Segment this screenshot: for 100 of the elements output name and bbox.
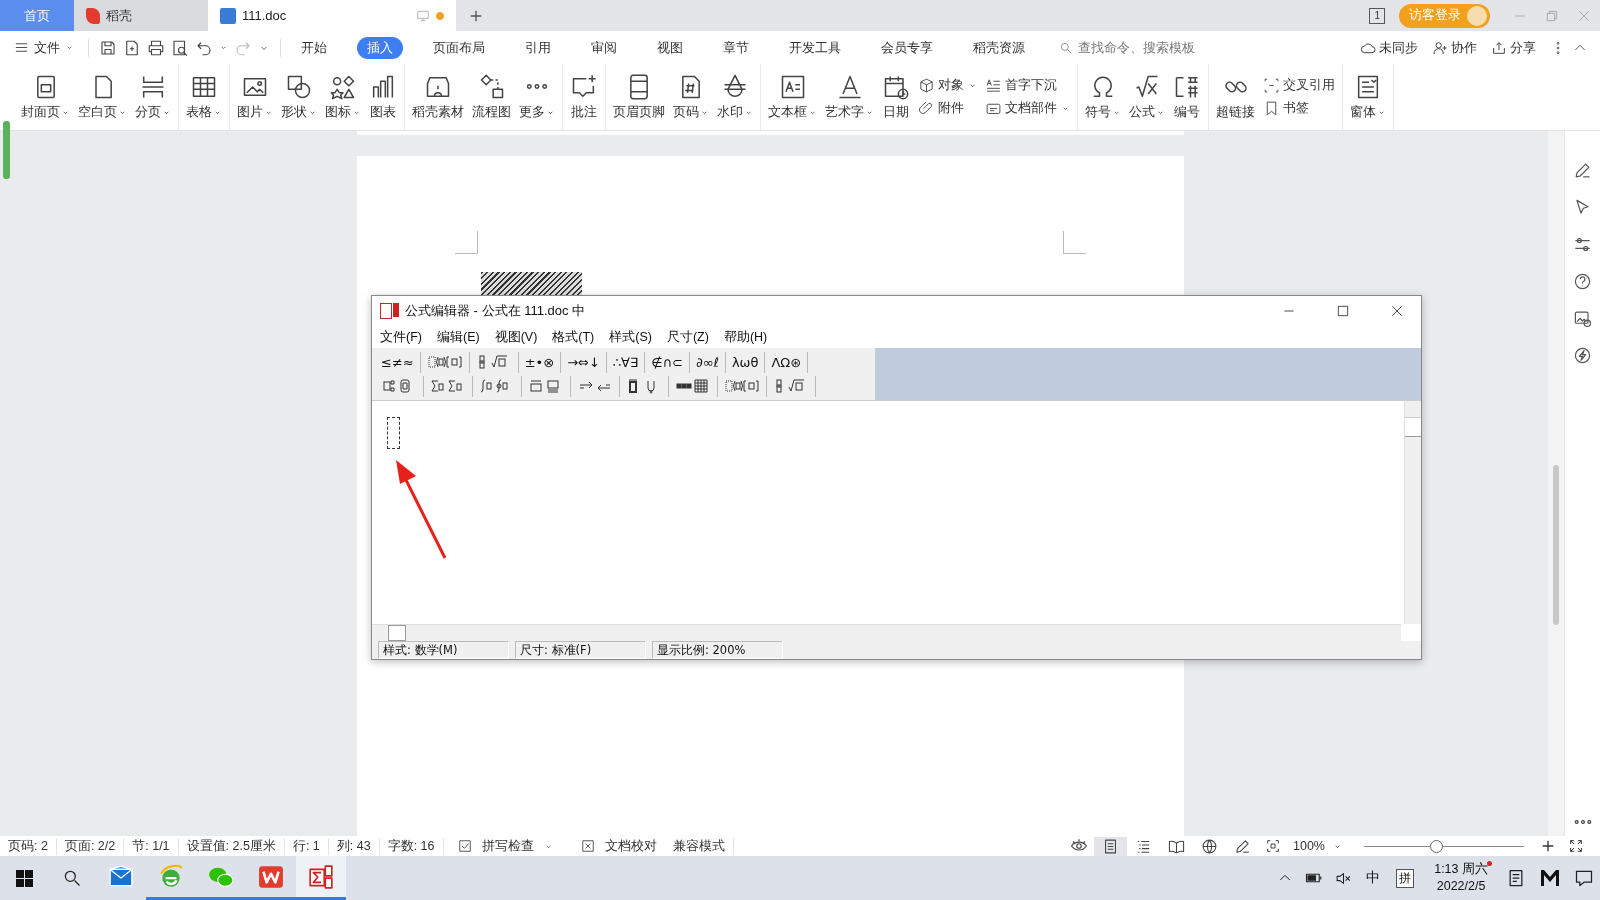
ribbon-button[interactable]: 超链接 (1213, 64, 1258, 130)
symbol-palette-button[interactable]: ∉∩⊂ (645, 351, 690, 373)
print-icon[interactable] (147, 38, 165, 57)
ribbon-tab[interactable]: 引用 (515, 36, 561, 59)
browser-icon[interactable] (158, 863, 184, 890)
ribbon-button[interactable]: 水印 (714, 64, 756, 130)
symbol-palette-button[interactable]: →⇔↓ (561, 351, 607, 373)
ribbon-button[interactable]: 交叉引用 (1263, 77, 1335, 94)
symbol-palette-button[interactable]: ±•⊗ (518, 351, 562, 373)
ribbon-button[interactable]: 页码 (670, 64, 712, 130)
page-view-icon[interactable] (1102, 837, 1119, 855)
ribbon-button[interactable]: 对象 (918, 77, 977, 94)
menu-item[interactable]: 帮助(H) (723, 328, 768, 346)
symbol-palette-button[interactable]: ∴∀∃ (606, 351, 646, 373)
zoom-dropdown[interactable]: 100% (1293, 839, 1348, 853)
fullscreen-icon[interactable] (1568, 838, 1584, 854)
fit-page-icon[interactable] (1265, 838, 1281, 854)
scrollbar[interactable] (372, 624, 1401, 641)
empty-slot[interactable] (387, 417, 400, 449)
ribbon-button[interactable]: 分页 (132, 64, 174, 130)
ribbon-button[interactable]: 封面页 (18, 64, 73, 130)
symbol-palette-button[interactable]: λωθ (725, 351, 766, 373)
help-icon[interactable] (1573, 272, 1592, 291)
input-mode-indicator[interactable]: 中 (1366, 869, 1381, 887)
ribbon-button[interactable]: 符号 (1082, 64, 1124, 130)
globe-icon[interactable] (1201, 837, 1218, 855)
ribbon-button[interactable]: 更多 (516, 64, 558, 130)
pointer-icon[interactable] (1573, 198, 1592, 217)
clock[interactable]: 1:13 周六 2022/2/5 (1434, 861, 1488, 895)
symbol-palette-button[interactable]: ≤≠≈ (375, 351, 421, 373)
toolbar-action[interactable]: 协作 (1432, 38, 1477, 57)
menu-item[interactable]: 尺寸(Z) (666, 328, 709, 346)
close-button[interactable] (1389, 303, 1405, 319)
export-icon[interactable] (123, 38, 141, 57)
more-icon[interactable] (1573, 820, 1592, 824)
ribbon-button[interactable]: 艺术字 (822, 64, 877, 130)
ribbon-button[interactable]: 文档部件 (985, 100, 1070, 117)
search-icon[interactable] (62, 868, 82, 888)
scrollbar[interactable] (1548, 131, 1564, 836)
office-logo-icon[interactable] (258, 863, 284, 890)
picture-edit-icon[interactable] (1573, 309, 1592, 328)
file-menu[interactable]: 文件 (14, 38, 74, 57)
ribbon-tab[interactable]: 会员专享 (871, 36, 943, 59)
ribbon-tab[interactable]: 稻壳资源 (963, 36, 1035, 59)
ribbon-button[interactable]: 图标 (322, 64, 364, 130)
toolbar-action[interactable]: 分享 (1491, 38, 1536, 57)
menu-item[interactable]: 视图(V) (494, 328, 538, 346)
symbol-palette-button[interactable]: ΛΩ⊛ (765, 351, 809, 373)
ribbon-tab[interactable]: 页面布局 (423, 36, 495, 59)
sliders-icon[interactable] (1573, 235, 1592, 254)
pen-icon[interactable] (1573, 161, 1592, 180)
ribbon-tab[interactable]: 章节 (713, 36, 759, 59)
ribbon-button[interactable]: 图表 (366, 64, 400, 130)
ribbon-button[interactable]: 空白页 (75, 64, 130, 130)
scrollbar-thumb[interactable] (1553, 465, 1559, 625)
ribbon-tab[interactable]: 视图 (647, 36, 693, 59)
ribbon-button[interactable]: 编号 (1170, 64, 1204, 130)
ribbon-button[interactable]: 流程图 (469, 64, 514, 130)
symbol-palette-button[interactable]: ∂∞ℓ (689, 351, 726, 373)
ribbon-button[interactable]: 公式 (1126, 64, 1168, 130)
ribbon-button[interactable]: 形状 (278, 64, 320, 130)
menu-item[interactable]: 文件(F) (380, 328, 422, 346)
ribbon-tab[interactable]: 开始 (291, 36, 337, 59)
ribbon-tab[interactable]: 开发工具 (779, 36, 851, 59)
ribbon-button[interactable]: 首字下沉 (985, 77, 1070, 94)
slider-thumb[interactable] (1430, 839, 1443, 853)
ribbon-button[interactable]: 表格 (183, 64, 225, 130)
search-field[interactable]: 查找命令、搜索模板 (1059, 39, 1220, 56)
menu-item[interactable]: 编辑(E) (436, 328, 480, 346)
ribbon-button[interactable]: 稻壳素材 (409, 64, 467, 130)
proofread-button[interactable]: 文档校对 (574, 837, 657, 855)
ribbon-button[interactable]: 图片 (234, 64, 276, 130)
notification-center-icon[interactable] (1574, 868, 1594, 888)
ribbon-tab[interactable]: 审阅 (581, 36, 627, 59)
ribbon-button[interactable]: 页眉页脚 (610, 64, 668, 130)
ribbon-tab[interactable]: 插入 (357, 36, 403, 59)
equation-editor-icon[interactable] (308, 863, 334, 890)
input-method-indicator[interactable]: 拼 (1396, 868, 1415, 888)
menu-item[interactable]: 格式(T) (552, 328, 595, 346)
zoom-in-icon[interactable] (1540, 838, 1556, 854)
save-icon[interactable] (99, 38, 117, 57)
window-count-icon[interactable]: 1 (1369, 7, 1385, 24)
app-tab[interactable]: 稻壳 (74, 0, 208, 31)
pen-icon[interactable] (1234, 837, 1251, 855)
ribbon-button[interactable]: 日期 (879, 64, 913, 130)
taskbar-app-button[interactable] (296, 856, 346, 900)
ribbon-button[interactable]: 书签 (1263, 100, 1335, 117)
spell-check-button[interactable]: 拼写检查 (451, 837, 559, 855)
scrollbar[interactable] (1404, 401, 1421, 624)
print-preview-icon[interactable] (171, 38, 189, 57)
compass-icon[interactable] (1573, 346, 1592, 365)
ribbon-button[interactable]: 批注 (567, 64, 601, 130)
ribbon-button[interactable]: 文本框 (765, 64, 820, 130)
windows-start-icon[interactable] (15, 869, 33, 887)
maximize-button[interactable] (1335, 303, 1351, 319)
ribbon-button[interactable]: 附件 (918, 100, 977, 117)
toolbar-action[interactable]: 未同步 (1360, 38, 1418, 57)
menu-item[interactable]: 样式(S) (609, 328, 652, 346)
ribbon-button[interactable]: 窗体 (1347, 64, 1389, 130)
app-tab[interactable]: 111.doc (208, 0, 456, 31)
